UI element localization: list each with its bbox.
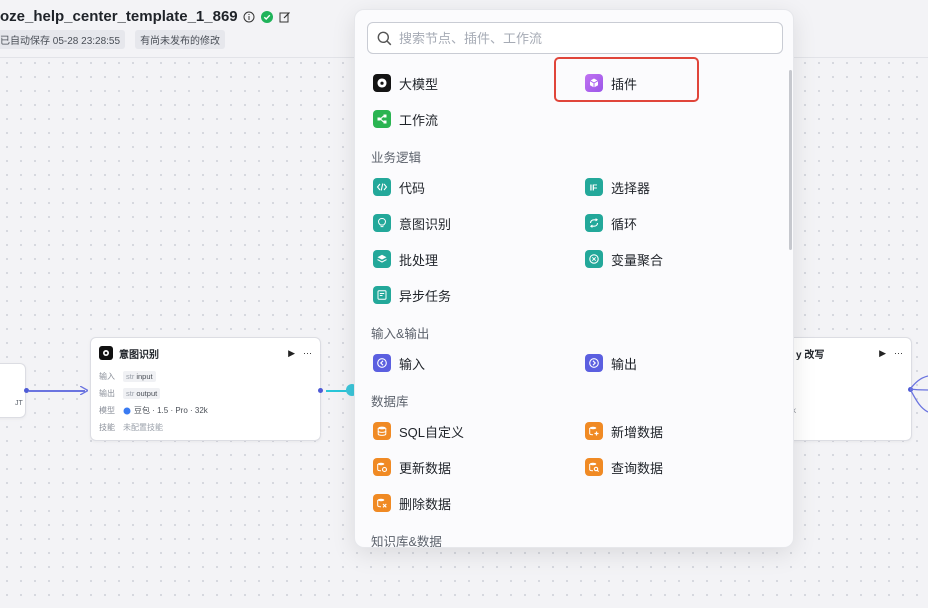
db-query-icon xyxy=(585,458,603,476)
unpublished-badge: 有尚未发布的修改 xyxy=(135,30,226,49)
intent-node-title: 意图识别 xyxy=(119,349,159,361)
item-db-query[interactable]: 查询数据 xyxy=(585,455,663,479)
search-box[interactable] xyxy=(367,22,783,54)
search-input[interactable] xyxy=(399,30,759,46)
db-delete-icon xyxy=(373,494,391,512)
item-code[interactable]: 代码 xyxy=(373,175,425,199)
section-database: 数据库 xyxy=(371,395,409,409)
database-icon xyxy=(373,422,391,440)
intent-input-row: 输入 str input xyxy=(91,368,320,385)
bulb-icon xyxy=(373,214,391,232)
info-icon[interactable] xyxy=(243,10,256,23)
doubao-icon xyxy=(123,407,131,414)
db-add-icon xyxy=(585,422,603,440)
item-db-update[interactable]: 更新数据 xyxy=(373,455,451,479)
svg-text:IF: IF xyxy=(590,183,598,193)
item-workflow-label: 工作流 xyxy=(399,112,439,128)
item-loop[interactable]: 循环 xyxy=(585,211,637,235)
item-db-delete[interactable]: 删除数据 xyxy=(373,491,451,515)
section-io: 输入&输出 xyxy=(371,327,430,341)
llm-icon xyxy=(99,346,113,360)
more-icon[interactable]: ··· xyxy=(303,348,312,358)
item-llm[interactable]: 大模型 xyxy=(373,71,438,95)
item-async-task[interactable]: 异步任务 xyxy=(373,283,451,307)
autosave-status: 已自动保存 05-28 23:28:55 xyxy=(0,30,126,49)
section-business-logic: 业务逻辑 xyxy=(371,151,422,165)
code-icon xyxy=(373,178,391,196)
intent-skill-row: 技能 未配置技能 xyxy=(99,423,163,432)
right-edges xyxy=(910,375,928,413)
intent-node[interactable]: 意图识别 ▶ ··· 输入 str input 输出 str output 模型 豆… xyxy=(90,337,321,441)
edit-icon[interactable] xyxy=(279,10,292,23)
item-intent[interactable]: 意图识别 xyxy=(373,211,451,235)
edge-stub-to-intent xyxy=(29,390,85,392)
async-task-icon xyxy=(373,286,391,304)
db-update-icon xyxy=(373,458,391,476)
intent-model-row: 模型 豆包 · 1.5 · Pro · 32k xyxy=(99,406,208,415)
loop-icon xyxy=(585,214,603,232)
right-node-header: y 改写 ▶ ··· xyxy=(786,338,911,368)
published-check-icon xyxy=(261,10,274,23)
input-icon xyxy=(373,354,391,372)
run-icon[interactable]: ▶ xyxy=(288,348,295,359)
plugin-highlight-box xyxy=(554,57,699,102)
popover-scrollbar[interactable] xyxy=(789,70,792,250)
left-stub-node[interactable]: JT xyxy=(0,363,26,418)
section-knowledge: 知识库&数据 xyxy=(371,535,442,548)
run-icon[interactable]: ▶ xyxy=(879,348,886,359)
right-node[interactable]: y 改写 ▶ ··· k xyxy=(785,337,912,441)
item-input[interactable]: 输入 xyxy=(373,351,425,375)
intent-node-header: 意图识别 ▶ ··· xyxy=(91,338,320,368)
right-node-title: y 改写 xyxy=(796,349,825,361)
item-workflow[interactable]: 工作流 xyxy=(373,107,438,131)
more-icon[interactable]: ··· xyxy=(894,348,903,358)
llm-icon xyxy=(373,74,391,92)
stub-node-text: JT xyxy=(15,400,23,407)
item-batch[interactable]: 批处理 xyxy=(373,247,438,271)
aggregate-icon xyxy=(585,250,603,268)
workflow-icon xyxy=(373,110,391,128)
intent-output-port[interactable] xyxy=(318,388,323,393)
node-picker-popover: 大模型 插件 工作流 业务逻辑 代码 IF 选择器 意图识别 xyxy=(354,9,794,548)
intent-output-row: 输出 str output xyxy=(91,385,320,402)
search-icon xyxy=(377,31,392,45)
project-title[interactable]: oze_help_center_template_1_869 xyxy=(0,8,238,25)
item-selector[interactable]: IF 选择器 xyxy=(585,175,650,199)
title-row: oze_help_center_template_1_869 xyxy=(0,8,292,25)
edge-arrow-icon xyxy=(80,386,88,395)
layers-icon xyxy=(373,250,391,268)
item-db-add[interactable]: 新增数据 xyxy=(585,419,663,443)
if-icon: IF xyxy=(585,178,603,196)
output-icon xyxy=(585,354,603,372)
item-output[interactable]: 输出 xyxy=(585,351,637,375)
meta-row: 已自动保存 05-28 23:28:55 有尚未发布的修改 xyxy=(0,30,226,49)
item-llm-label: 大模型 xyxy=(399,76,439,92)
item-var-aggregate[interactable]: 变量聚合 xyxy=(585,247,663,271)
item-sql[interactable]: SQL自定义 xyxy=(373,419,464,443)
